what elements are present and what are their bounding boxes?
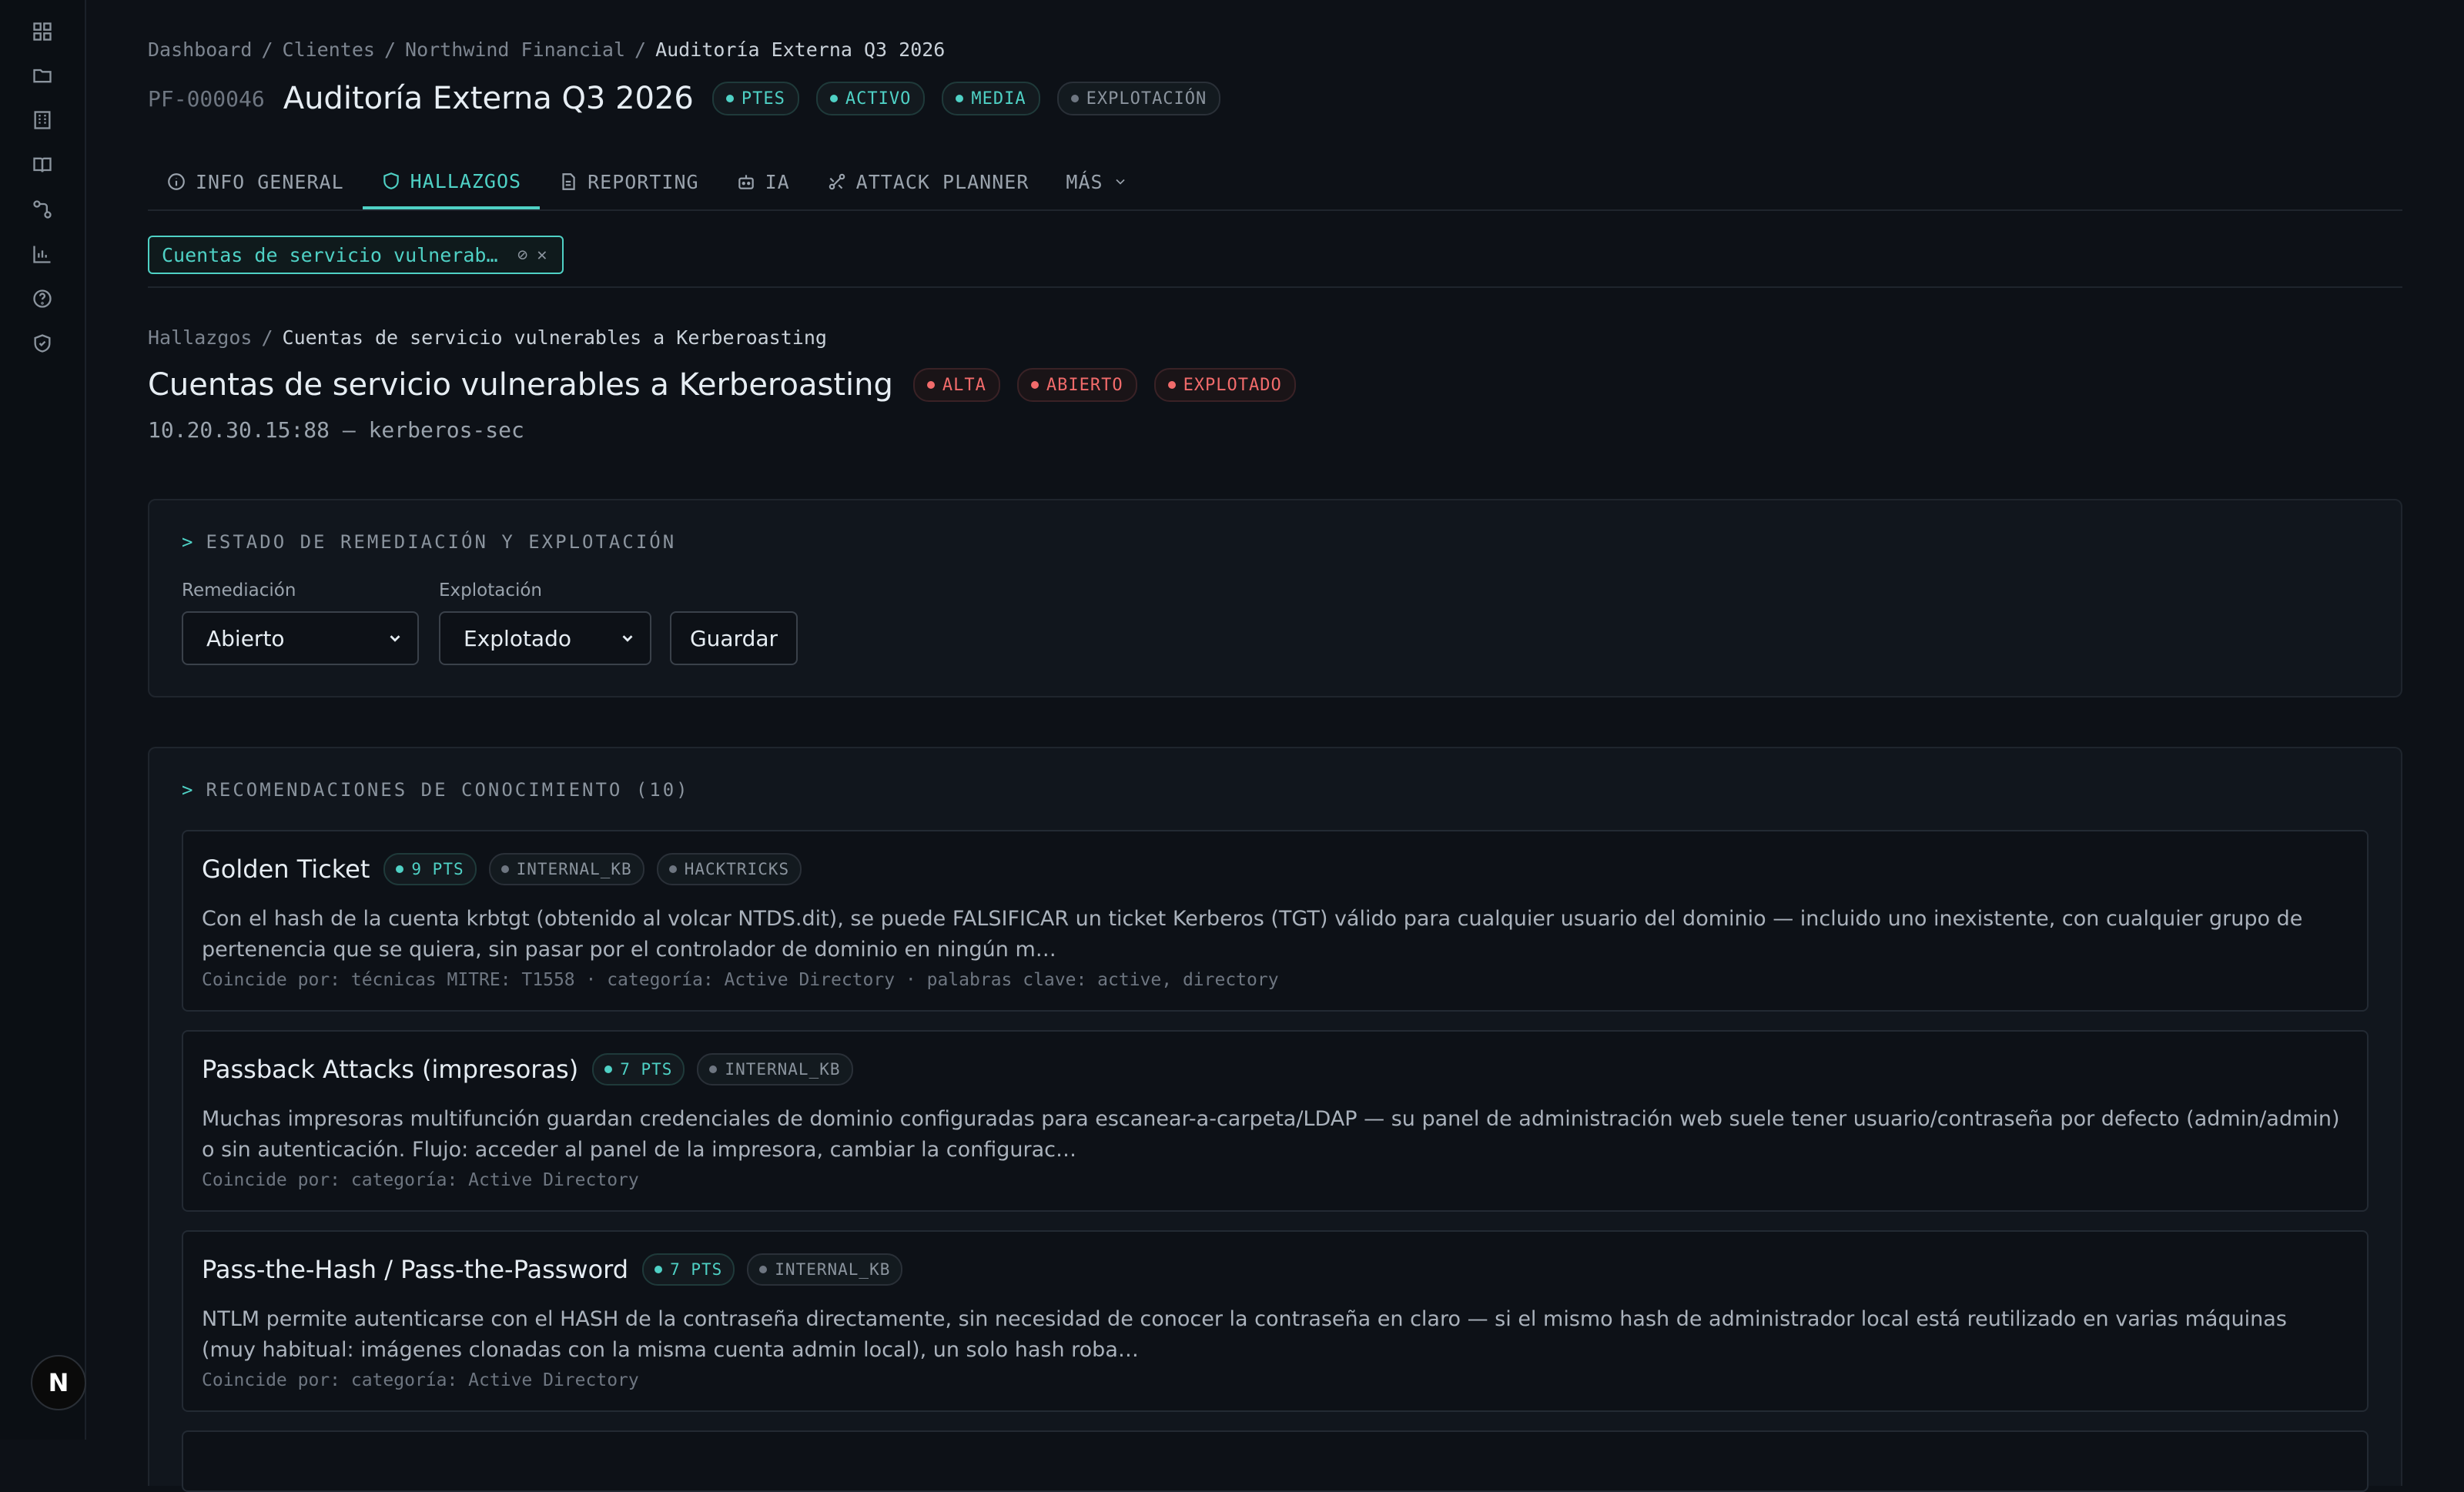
breadcrumb-dashboard[interactable]: Dashboard [148,38,252,61]
app-logo[interactable]: N [31,1355,86,1410]
finding-header: Cuentas de servicio vulnerables a Kerber… [148,362,1313,408]
points-badge: 7 PTS [642,1253,735,1286]
finding-title: Cuentas de servicio vulnerables a Kerber… [148,367,893,403]
recommendations-heading: > RECOMENDACIONES DE CONOCIMIENTO (10) [182,779,690,801]
shield-icon[interactable] [30,331,55,356]
recommendations-panel: > RECOMENDACIONES DE CONOCIMIENTO (10) Go… [148,747,2402,1492]
severity-badge: ALTA [912,368,1000,402]
phase-badge: EXPLOTACIÓN [1056,82,1221,115]
recommendation-card[interactable]: Passback Attacks (impresoras) 7 PTS INTE… [182,1030,2369,1212]
project-code: PF-000046 [148,85,265,112]
chevron-down-icon [390,635,400,642]
remediation-badge: ABIERTO [1016,368,1137,402]
workflow-icon[interactable] [30,197,55,222]
card-title: Golden Ticket [202,855,370,884]
breadcrumb-clientes[interactable]: Clientes [283,38,375,61]
book-icon[interactable] [30,152,55,177]
card-match-reason: Coincide por: técnicas MITRE: T1558 · ca… [202,970,1279,990]
exploitation-label: Explotación [439,580,543,600]
card-header: Golden Ticket 9 PTS INTERNAL_KB HACKTRIC… [202,850,814,888]
status-badge: ACTIVO [815,82,926,115]
recommendation-card[interactable]: Golden Ticket 9 PTS INTERNAL_KB HACKTRIC… [182,830,2369,1012]
breadcrumb-hallazgos[interactable]: Hallazgos [148,326,252,349]
chip-label: Cuentas de servicio vulnerable… [162,243,508,266]
document-icon [562,173,575,190]
shield-icon [383,172,399,189]
recommendation-card[interactable]: Pass-the-Hash / Pass-the-Password 7 PTS … [182,1230,2369,1412]
tab-reporting[interactable]: REPORTING [540,156,717,208]
close-icon[interactable]: ✕ [537,246,547,265]
status-panel: > ESTADO DE REMEDIACIÓN Y EXPLOTACIÓN Rem… [148,499,2402,697]
robot-icon [738,175,754,189]
tab-ia[interactable]: IA [718,156,808,208]
breadcrumb-client[interactable]: Northwind Financial [405,38,625,61]
card-description: Muchas impresoras multifunción guardan c… [202,1107,2340,1162]
exploitation-select[interactable]: Explotado [439,611,651,665]
unpin-icon[interactable]: ⊘ [517,246,527,265]
card-match-reason: Coincide por: categoría: Active Director… [202,1170,639,1190]
tab-hallazgos[interactable]: HALLAZGOS [362,156,541,209]
card-description: Con el hash de la cuenta krbtgt (obtenid… [202,907,2303,962]
source-badge: HACKTRICKS [656,853,802,885]
sidebar: N [0,0,86,1440]
card-title: Passback Attacks (impresoras) [202,1055,579,1084]
card-header: Passback Attacks (impresoras) 7 PTS INTE… [202,1050,865,1089]
card-description: NTLM permite autenticarse con el HASH de… [202,1307,2287,1362]
card-match-reason: Coincide por: categoría: Active Director… [202,1370,639,1390]
source-badge: INTERNAL_KB [747,1253,903,1286]
breadcrumb-finding: Cuentas de servicio vulnerables a Kerber… [282,326,827,349]
breadcrumb-current: Auditoría Externa Q3 2026 [655,38,946,61]
route-icon [829,173,845,190]
save-button[interactable]: Guardar [670,611,798,665]
info-icon [168,173,185,190]
folder-icon[interactable] [30,63,55,88]
source-badge: INTERNAL_KB [488,853,644,885]
help-icon[interactable] [30,286,55,311]
recommendation-card[interactable] [182,1430,2369,1492]
building-icon[interactable] [30,108,55,132]
chevron-down-icon [622,635,633,642]
points-badge: 9 PTS [383,853,477,885]
finding-host: 10.20.30.15:88 — kerberos-sec [148,417,524,443]
tab-info-general[interactable]: INFO GENERAL [148,156,363,208]
remediation-select[interactable]: Abierto [182,611,419,665]
tab-attack-planner[interactable]: ATTACK PLANNER [808,156,1048,208]
tab-mas[interactable]: MÁS [1047,156,1146,208]
priority-badge: MEDIA [942,82,1040,115]
methodology-badge: PTES [711,82,799,115]
project-header: PF-000046 Auditoría Externa Q3 2026 PTES… [148,77,1237,120]
breadcrumb: Dashboard / Clientes / Northwind Financial / A… [148,38,946,61]
dashboard-icon[interactable] [30,19,55,44]
exploitation-badge: EXPLOTADO [1153,368,1296,402]
finding-breadcrumb: Hallazgos / Cuentas de servicio vulnerable… [148,326,827,349]
open-finding-chip[interactable]: Cuentas de servicio vulnerable… ⊘ ✕ [148,236,564,274]
status-panel-heading: > ESTADO DE REMEDIACIÓN Y EXPLOTACIÓN [182,531,677,553]
remediation-label: Remediación [182,580,296,600]
tab-bar: INFO GENERAL HALLAZGOS REPORTING IA ATTA… [148,156,2402,211]
divider [148,286,2402,288]
points-badge: 7 PTS [592,1053,685,1086]
chevron-down-icon [1115,179,1125,185]
page-title: Auditoría Externa Q3 2026 [283,81,694,116]
source-badge: INTERNAL_KB [697,1053,853,1086]
card-title: Pass-the-Hash / Pass-the-Password [202,1255,629,1284]
card-header: Pass-the-Hash / Pass-the-Password 7 PTS … [202,1250,915,1289]
chart-icon[interactable] [30,242,55,266]
